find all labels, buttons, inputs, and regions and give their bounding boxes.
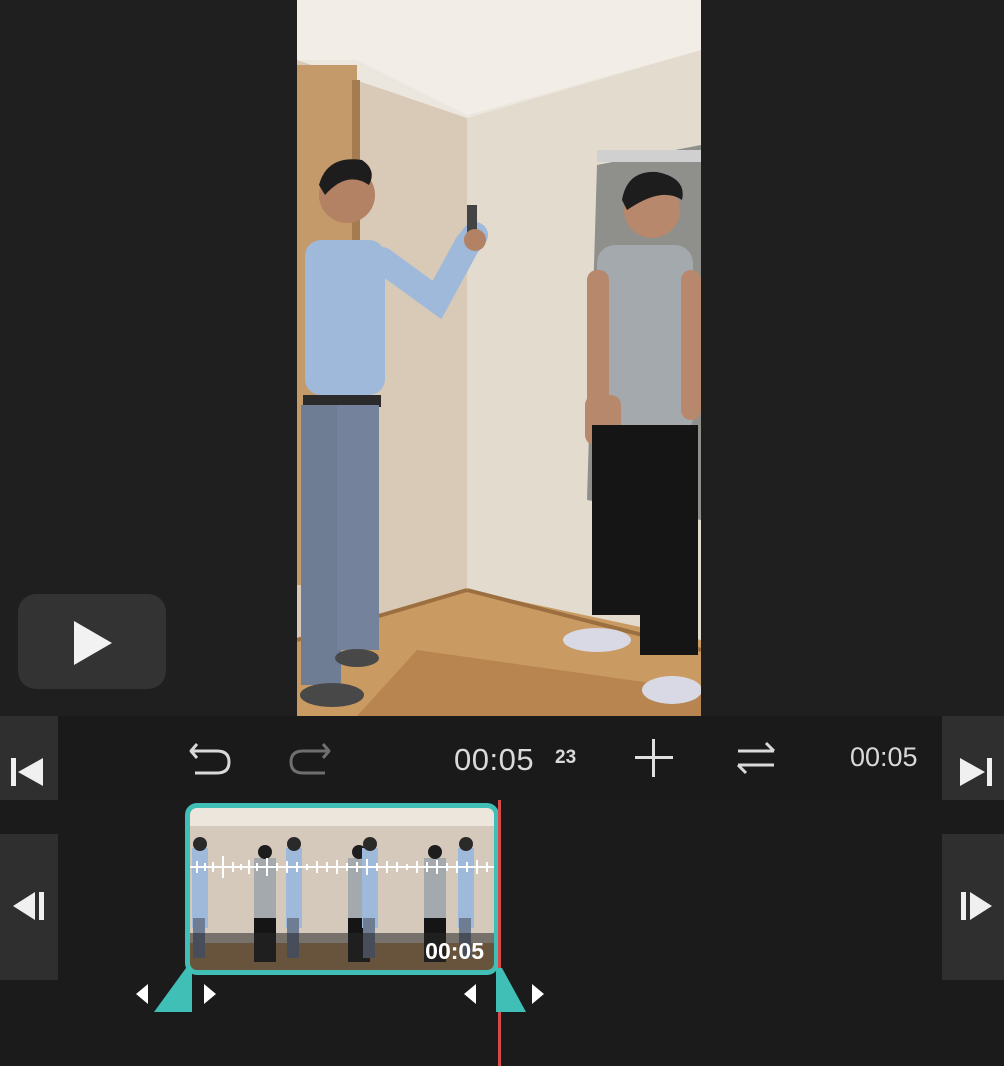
trim-start-handle[interactable] <box>154 968 194 1012</box>
plus-icon <box>635 739 673 777</box>
skip-to-end-icon <box>960 758 992 786</box>
play-icon <box>74 621 112 665</box>
trim-start-nudge-left-icon[interactable] <box>134 982 150 1006</box>
swap-button[interactable] <box>732 736 780 780</box>
video-clip[interactable]: 00:05 <box>185 803 499 975</box>
next-frame-button[interactable] <box>942 834 1004 980</box>
undo-button[interactable] <box>187 736 235 780</box>
step-forward-icon <box>961 892 992 920</box>
preview-area <box>0 0 1004 716</box>
current-time: 00:05 <box>454 742 535 777</box>
redo-icon <box>289 743 331 775</box>
total-duration: 00:05 <box>850 742 918 772</box>
swap-arrows-icon <box>736 741 776 775</box>
current-frame: 23 <box>555 747 577 768</box>
skip-to-start-icon <box>11 758 43 786</box>
trim-start-nudge-right-icon[interactable] <box>202 982 218 1006</box>
trim-end-nudge-right-icon[interactable] <box>530 982 546 1006</box>
trim-end-handle[interactable] <box>494 968 534 1012</box>
redo-button[interactable] <box>285 736 333 780</box>
audio-waveform <box>190 856 494 878</box>
undo-icon <box>189 743 231 775</box>
play-button[interactable] <box>18 594 166 689</box>
step-back-icon <box>13 892 44 920</box>
video-preview[interactable] <box>297 0 701 716</box>
previous-frame-button[interactable] <box>0 834 58 980</box>
add-clip-button[interactable] <box>630 736 678 780</box>
trim-end-nudge-left-icon[interactable] <box>462 982 478 1006</box>
timeline[interactable] <box>0 800 1004 1066</box>
clip-duration: 00:05 <box>425 938 484 964</box>
playhead[interactable] <box>498 800 501 1066</box>
video-frame-image <box>297 0 701 716</box>
